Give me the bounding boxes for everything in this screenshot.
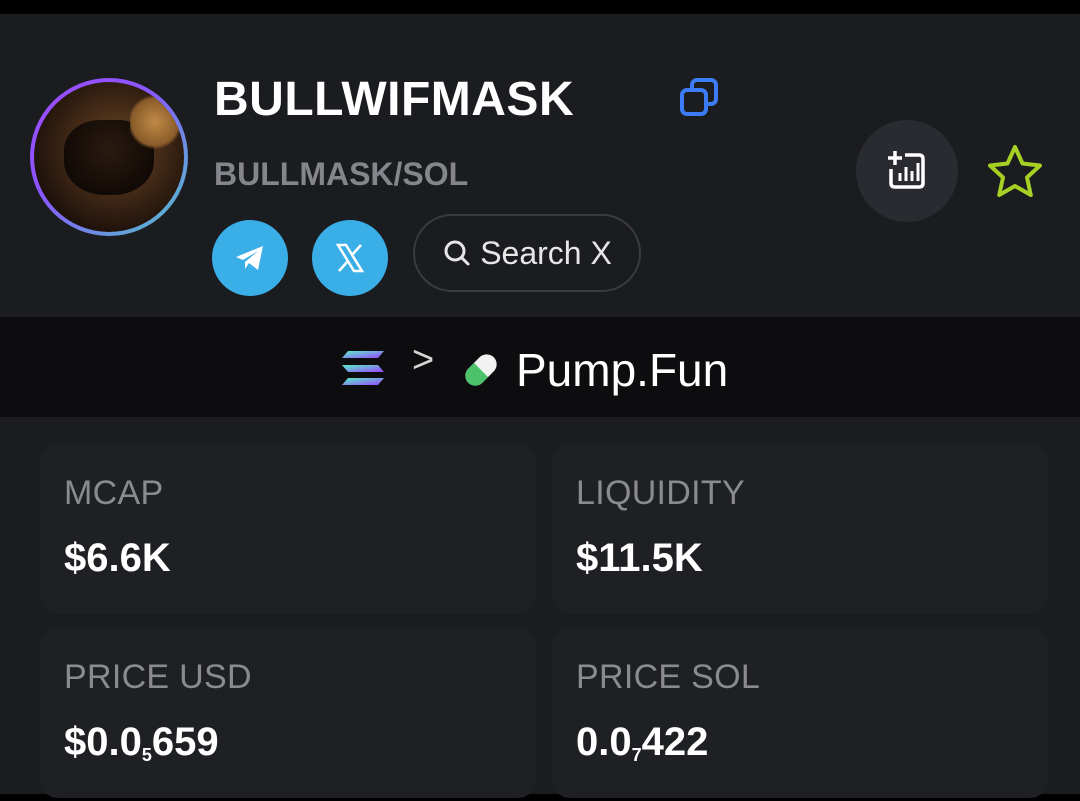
token-header-panel: BULLWIFMASK BULLMASK/SOL Search X > Pump… — [0, 14, 1080, 798]
price-sol-prefix: 0.0 — [576, 720, 632, 764]
price-usd-digits: 659 — [151, 720, 219, 764]
platform-link[interactable]: Pump.Fun — [516, 343, 728, 397]
liquidity-value: $11.5K — [576, 536, 703, 580]
search-x-label: Search X — [480, 234, 612, 271]
copy-icon[interactable] — [676, 74, 724, 122]
breadcrumb: > Pump.Fun — [0, 317, 1080, 417]
price-sol-digits: 422 — [641, 720, 709, 764]
mcap-label: MCAP — [64, 474, 164, 512]
token-name: BULLWIFMASK — [214, 73, 575, 126]
price-sol-label: PRICE SOL — [576, 658, 761, 696]
add-to-chart-icon — [888, 151, 925, 189]
telegram-icon — [236, 246, 263, 270]
breadcrumb-separator: > — [412, 339, 435, 381]
price-usd-prefix: $0.0 — [64, 720, 142, 764]
x-icon — [335, 243, 365, 273]
pill-icon — [465, 354, 497, 386]
price-usd-card: PRICE USD $0.05659 — [40, 628, 536, 798]
star-icon[interactable] — [984, 142, 1046, 204]
price-usd-label: PRICE USD — [64, 658, 252, 696]
price-sol-value: 0.07422 — [576, 720, 708, 766]
solana-icon[interactable] — [340, 347, 386, 389]
price-sol-zero-count: 7 — [631, 745, 642, 765]
search-icon — [444, 240, 470, 266]
add-to-chart-button[interactable] — [856, 120, 958, 222]
mcap-value: $6.6K — [64, 536, 171, 580]
price-usd-zero-count: 5 — [141, 745, 152, 765]
token-pair: BULLMASK/SOL — [214, 156, 469, 192]
mcap-card: MCAP $6.6K — [40, 444, 536, 614]
search-x-button[interactable]: Search X — [413, 214, 641, 292]
avatar-image — [34, 82, 184, 232]
telegram-button[interactable] — [212, 220, 288, 296]
liquidity-card: LIQUIDITY $11.5K — [552, 444, 1048, 614]
liquidity-label: LIQUIDITY — [576, 474, 745, 512]
x-button[interactable] — [312, 220, 388, 296]
token-avatar — [30, 78, 188, 236]
price-usd-value: $0.05659 — [64, 720, 219, 766]
price-sol-card: PRICE SOL 0.07422 — [552, 628, 1048, 798]
